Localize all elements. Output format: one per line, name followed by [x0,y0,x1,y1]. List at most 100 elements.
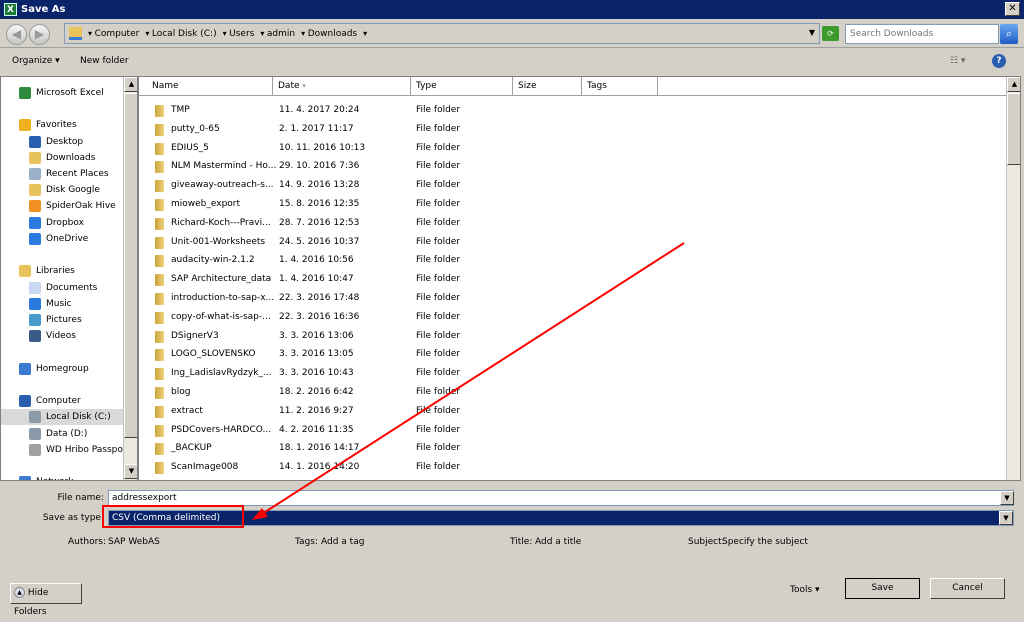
address-bar[interactable]: Computer Local Disk (C:) Users admin Dow… [64,23,820,44]
file-list: Name Date ▾ Type Size Tags TMP 11. 4. 201… [138,76,1021,481]
search-input[interactable] [845,24,999,44]
file-date: 24. 5. 2016 10:37 [279,236,360,247]
file-row[interactable]: audacity-win-2.1.2 1. 4. 2016 10:56 File f… [139,251,1006,270]
tags-label: Tags: [295,537,318,547]
sidebar-item-downloads[interactable]: Downloads [1,150,123,166]
sidebar-item-music[interactable]: Music [1,296,123,312]
sidebar-item-label: Documents [46,283,98,293]
new-folder-button[interactable]: New folder [80,56,129,66]
file-row[interactable]: PSDCovers-HARDCO... 4. 2. 2016 11:35 File … [139,421,1006,440]
column-type[interactable]: Type [411,77,513,95]
file-row[interactable]: LOGO_SLOVENSKO 3. 3. 2016 13:05 File folde… [139,345,1006,364]
sidebar-item-spideroak-hive[interactable]: SpiderOak Hive [1,198,123,214]
sidebar-item-homegroup[interactable]: Homegroup [1,361,123,377]
search-icon[interactable]: ⌕ [1000,24,1018,44]
sidebar-item-local-disk-c[interactable]: Local Disk (C:) [1,409,123,425]
sidebar-item-onedrive[interactable]: OneDrive [1,231,123,247]
title-value[interactable]: Add a title [535,537,581,547]
sidebar-item-disk-google[interactable]: Disk Google [1,182,123,198]
file-row[interactable]: NLM Mastermind - Ho... 29. 10. 2016 7:36 F… [139,157,1006,176]
file-type: File folder [416,424,461,435]
hide-folders-button[interactable]: ▲ Hide Folders [10,583,82,617]
breadcrumb-downloads[interactable]: Downloads [301,29,357,39]
scroll-thumb[interactable] [124,93,137,438]
tools-button[interactable]: Tools ▾ [790,585,820,595]
sidebar-item-dropbox[interactable]: Dropbox [1,215,123,231]
tags-value[interactable]: Add a tag [321,537,364,547]
authors-value[interactable]: SAP WebAS [108,537,160,547]
column-size[interactable]: Size [513,77,582,95]
file-name: Unit-001-Worksheets [171,236,266,247]
sidebar-item-microsoft-excel[interactable]: Microsoft Excel [1,85,123,101]
cancel-button[interactable]: Cancel [930,578,1005,599]
file-row[interactable]: blog 18. 2. 2016 6:42 File folder [139,383,1006,402]
sidebar-item-documents[interactable]: Documents [1,280,123,296]
breadcrumb-admin[interactable]: admin [260,29,295,39]
help-icon[interactable]: ? [992,54,1006,68]
chevron-down-icon[interactable]: ▼ [809,28,815,37]
file-row[interactable]: TMP 11. 4. 2017 20:24 File folder [139,101,1006,120]
file-row[interactable]: SAP Architecture_data 1. 4. 2016 10:47 Fil… [139,270,1006,289]
scroll-up-button[interactable]: ▲ [1007,77,1020,92]
file-name: EDIUS_5 [171,142,209,153]
file-row[interactable]: giveaway-outreach-s... 14. 9. 2016 13:28 F… [139,176,1006,195]
file-row[interactable]: Richard-Koch---Pravi... 28. 7. 2016 12:53… [139,214,1006,233]
sidebar-item-libraries[interactable]: Libraries [1,263,123,279]
file-name: ScanImage008 [171,462,239,473]
file-row[interactable]: Unit-001-Worksheets 24. 5. 2016 10:37 File… [139,233,1006,252]
close-button[interactable]: ✕ [1005,2,1020,16]
column-name[interactable]: Name [139,77,273,95]
scroll-thumb[interactable] [1007,93,1020,165]
file-date: 1. 4. 2016 10:56 [279,255,354,266]
sidebar-item-desktop[interactable]: Desktop [1,134,123,150]
column-date[interactable]: Date ▾ [273,77,411,95]
documents-icon [29,282,41,294]
file-row[interactable]: extract 11. 2. 2016 9:27 File folder [139,402,1006,421]
sidebar-item-data-d[interactable]: Data (D:) [1,426,123,442]
file-row[interactable]: Ing_LadislavRydzyk_... 3. 3. 2016 10:43 Fi… [139,364,1006,383]
file-date: 4. 2. 2016 11:35 [279,424,354,435]
sidebar-item-recent-places[interactable]: Recent Places [1,166,123,182]
file-list-scrollbar[interactable]: ▲ [1006,77,1020,480]
save-type-select[interactable]: CSV (Comma delimited) ▼ [108,510,1014,526]
file-row[interactable]: _BACKUP 18. 1. 2016 14:17 File folder [139,439,1006,458]
file-name: putty_0-65 [171,123,220,134]
forward-button[interactable]: ▶ [29,24,50,45]
save-button[interactable]: Save [845,578,920,599]
file-row[interactable]: introduction-to-sap-x... 22. 3. 2016 17:4… [139,289,1006,308]
sidebar-item-label: OneDrive [46,234,89,244]
breadcrumb-chevron-icon[interactable] [363,29,367,39]
breadcrumb-users[interactable]: Users [223,29,254,39]
sidebar-item-computer[interactable]: Computer [1,393,123,409]
breadcrumb-local-disk[interactable]: Local Disk (C:) [145,29,217,39]
navigation-pane-scrollbar[interactable]: ▲ ▼ [123,77,137,480]
file-row[interactable]: copy-of-what-is-sap-... 22. 3. 2016 16:36… [139,308,1006,327]
column-tags[interactable]: Tags [582,77,658,95]
excel-icon: X [4,3,17,16]
breadcrumb-computer[interactable]: Computer [88,29,140,39]
drive-icon [29,428,41,440]
file-row[interactable]: mioweb_export 15. 8. 2016 12:35 File folde… [139,195,1006,214]
refresh-icon[interactable]: ⟳ [822,26,839,41]
organize-button[interactable]: Organize ▾ [12,56,60,66]
sidebar-item-videos[interactable]: Videos [1,328,123,344]
file-row[interactable]: putty_0-65 2. 1. 2017 11:17 File folder [139,120,1006,139]
scroll-down-button[interactable]: ▼ [124,464,137,479]
file-row[interactable]: ScanImage008 14. 1. 2016 14:20 File folder [139,458,1006,477]
sidebar-item-favorites[interactable]: Favorites [1,117,123,133]
back-button[interactable]: ◀ [6,24,27,45]
subject-value[interactable]: Specify the subject [722,537,808,547]
sidebar-item-pictures[interactable]: Pictures [1,312,123,328]
sidebar-item-network[interactable]: Network [1,474,123,480]
scroll-up-button[interactable]: ▲ [124,77,137,92]
sidebar-item-label: Dropbox [46,218,84,228]
file-name-input[interactable] [108,490,1014,506]
view-options-icon[interactable]: ☷ ▾ [950,56,965,66]
file-row[interactable]: DSignerV3 3. 3. 2016 13:06 File folder [139,327,1006,346]
folder-icon [155,274,164,287]
sidebar-item-wd-hribo-passport[interactable]: WD Hribo Passport [1,442,130,458]
chevron-down-icon[interactable]: ▼ [999,511,1013,525]
drive-icon [29,411,41,423]
file-name-dropdown-icon[interactable]: ▼ [1000,491,1014,505]
file-row[interactable]: EDIUS_5 10. 11. 2016 10:13 File folder [139,139,1006,158]
